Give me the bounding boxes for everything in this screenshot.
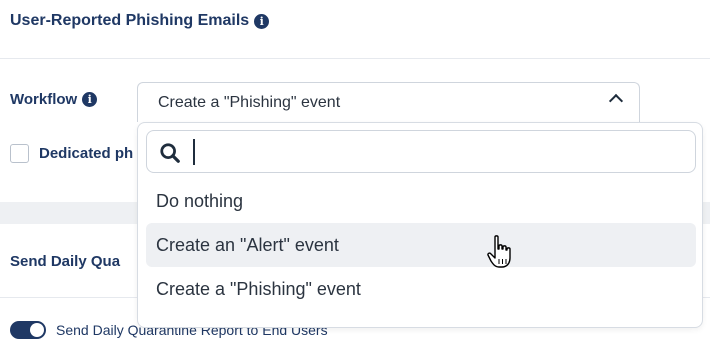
workflow-label-text: Workflow <box>10 91 78 108</box>
dropdown-search-input[interactable] <box>193 139 683 165</box>
chevron-up-icon[interactable] <box>608 93 624 109</box>
option-create-phishing-event[interactable]: Create a "Phishing" event <box>146 267 696 311</box>
dedicated-checkbox[interactable] <box>10 144 29 163</box>
dedicated-checkbox-row[interactable]: Dedicated ph <box>10 144 133 163</box>
info-icon[interactable]: i <box>82 92 98 107</box>
daily-report-toggle[interactable] <box>10 321 46 339</box>
dedicated-checkbox-label: Dedicated ph <box>39 145 134 162</box>
section-title: User-Reported Phishing Emails i <box>10 12 270 30</box>
search-icon <box>160 143 180 163</box>
workflow-label: Workflow i <box>10 91 98 108</box>
section-title-text: User-Reported Phishing Emails <box>10 12 250 29</box>
option-do-nothing[interactable]: Do nothing <box>146 179 696 223</box>
dropdown-search-box[interactable] <box>146 130 696 173</box>
daily-section-title: Send Daily Qua <box>10 253 121 270</box>
toggle-knob <box>30 323 44 337</box>
option-create-alert-event[interactable]: Create an "Alert" event <box>146 223 696 267</box>
workflow-dropdown-menu: Do nothing Create an "Alert" event Creat… <box>137 122 703 328</box>
workflow-selected-value: Create a "Phishing" event <box>158 94 341 111</box>
divider <box>0 58 710 59</box>
info-icon[interactable]: i <box>254 13 270 29</box>
workflow-select[interactable]: Create a "Phishing" event <box>137 82 640 122</box>
